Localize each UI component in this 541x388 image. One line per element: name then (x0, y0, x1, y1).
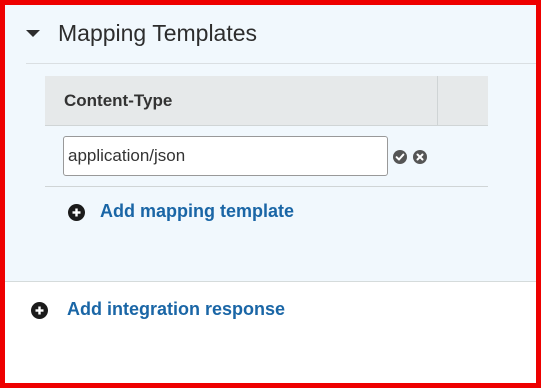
column-header-actions (438, 76, 488, 125)
caret-down-icon[interactable] (26, 30, 40, 37)
table-row (45, 126, 488, 187)
column-header-label: Content-Type (64, 91, 173, 110)
add-mapping-template-label[interactable]: Add mapping template (100, 201, 294, 222)
column-header-content-type: Content-Type (45, 76, 438, 125)
plus-circle-icon (31, 302, 48, 319)
mapping-templates-header[interactable]: Mapping Templates (5, 5, 536, 60)
add-integration-response-label[interactable]: Add integration response (67, 299, 285, 320)
x-circle-icon[interactable] (413, 150, 427, 164)
table-header: Content-Type (45, 76, 488, 126)
section-title: Mapping Templates (58, 20, 258, 46)
check-circle-icon[interactable] (393, 150, 407, 164)
content-type-input[interactable] (63, 136, 388, 176)
plus-circle-icon (68, 204, 85, 221)
mapping-templates-section: Mapping Templates Content-Type (5, 5, 536, 282)
add-integration-response-link[interactable]: Add integration response (31, 299, 291, 323)
add-mapping-template-link[interactable]: Add mapping template (68, 201, 308, 225)
section-divider (26, 63, 536, 64)
